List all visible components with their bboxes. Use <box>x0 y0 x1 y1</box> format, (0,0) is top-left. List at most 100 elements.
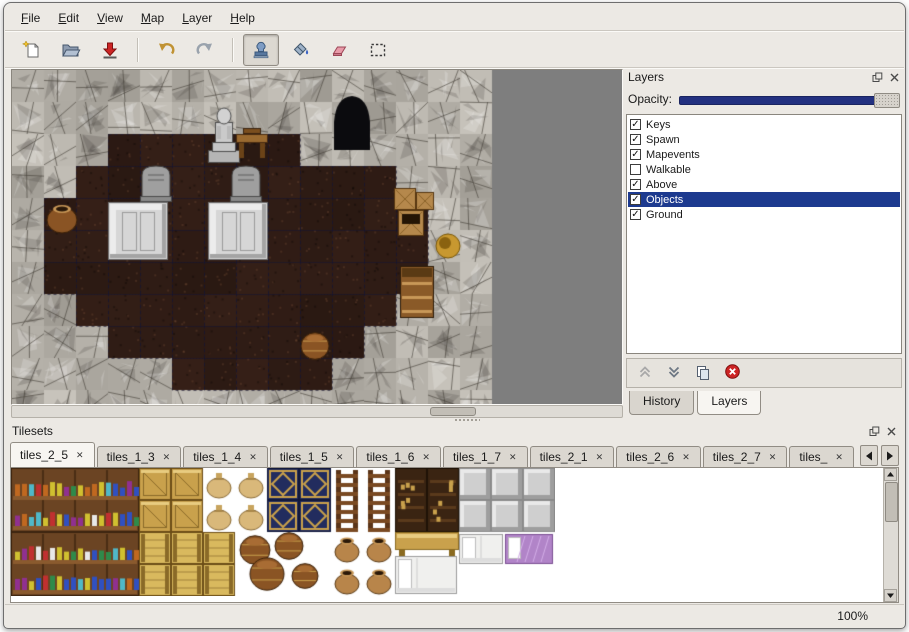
layer-visibility-checkbox[interactable] <box>630 194 641 205</box>
tab-close-icon[interactable]: ✕ <box>768 452 778 463</box>
layer-row-walkable[interactable]: Walkable <box>628 162 900 177</box>
scroll-up-button[interactable] <box>884 468 897 481</box>
open-folder-icon <box>61 40 81 60</box>
menu-help[interactable]: Help <box>221 8 264 28</box>
layer-row-ground[interactable]: Ground <box>628 207 900 222</box>
layer-visibility-checkbox[interactable] <box>630 149 641 160</box>
dock-tabs: HistoryLayers <box>626 391 902 415</box>
tab-close-icon[interactable]: ✕ <box>75 450 85 461</box>
tileset-tab-tiles_2_7[interactable]: tiles_2_7 ✕ <box>703 446 788 467</box>
toolbar <box>14 34 396 66</box>
tileset-vertical-scrollbar[interactable] <box>883 468 898 602</box>
tileset-tab-label: tiles_1_6 <box>366 450 414 464</box>
open-file-button[interactable] <box>53 34 89 66</box>
stamp-tool-button[interactable] <box>243 34 279 66</box>
eraser-tool-button[interactable] <box>321 34 357 66</box>
save-button[interactable] <box>92 34 128 66</box>
tilesets-panel-header: Tilesets <box>10 423 899 439</box>
scroll-down-button[interactable] <box>884 589 897 602</box>
duplicate-layer-button[interactable] <box>695 364 711 383</box>
float-panel-icon[interactable] <box>868 425 880 437</box>
layer-row-keys[interactable]: Keys <box>628 117 900 132</box>
close-panel-icon[interactable] <box>888 71 900 83</box>
select-tool-icon <box>368 40 388 60</box>
tab-close-icon[interactable]: ✕ <box>508 452 518 463</box>
select-tool-button[interactable] <box>360 34 396 66</box>
tilesets-panel-title: Tilesets <box>12 424 863 438</box>
tileset-tab-label: tiles_2_1 <box>540 450 588 464</box>
scrollbar-thumb[interactable] <box>430 407 476 416</box>
opacity-row: Opacity: <box>628 90 902 108</box>
horizontal-splitter[interactable] <box>10 417 899 422</box>
scroll-tabs-left-button[interactable] <box>860 445 878 466</box>
tileset-tab-tiles[interactable]: tiles_ ✕ <box>789 446 854 467</box>
tileset-tab-tiles_2_1[interactable]: tiles_2_1 ✕ <box>530 446 615 467</box>
redo-button[interactable] <box>187 34 223 66</box>
tileset-tab-tiles_1_5[interactable]: tiles_1_5 ✕ <box>270 446 355 467</box>
tab-scroll-arrows <box>857 445 899 466</box>
tileset-tab-label: tiles_1_5 <box>280 450 328 464</box>
tileset-tab-tiles_2_6[interactable]: tiles_2_6✕ <box>616 446 701 467</box>
scrollbar-thumb[interactable] <box>885 482 898 522</box>
zoom-level: 100% <box>837 609 868 623</box>
menu-layer[interactable]: Layer <box>173 8 221 28</box>
opacity-slider[interactable] <box>679 93 900 106</box>
layer-row-objects[interactable]: Objects <box>628 192 900 207</box>
layer-row-spawn[interactable]: Spawn <box>628 132 900 147</box>
tileset-tab-tiles_1_3[interactable]: tiles_1_3 ✕ <box>97 446 182 467</box>
tileset-tab-tiles_1_6[interactable]: tiles_1_6 ✕ <box>356 446 441 467</box>
float-panel-icon[interactable] <box>871 71 883 83</box>
tileset-tabbar: tiles_2_5✕tiles_1_3✕tiles_1_4✕tiles_1_5✕… <box>10 442 899 467</box>
menu-separator <box>5 30 904 32</box>
opacity-label: Opacity: <box>628 92 672 106</box>
layer-visibility-checkbox[interactable] <box>630 164 641 175</box>
menu-view[interactable]: View <box>88 8 132 28</box>
menu-map[interactable]: Map <box>132 8 173 28</box>
menu-edit[interactable]: Edit <box>49 8 88 28</box>
scroll-tabs-right-button[interactable] <box>881 445 899 466</box>
lower-layer-button[interactable] <box>666 364 682 383</box>
layers-panel-title: Layers <box>628 70 866 84</box>
opacity-slider-track[interactable] <box>679 96 900 105</box>
undo-button[interactable] <box>148 34 184 66</box>
tab-close-icon[interactable]: ✕ <box>248 452 258 463</box>
tileset-tab-tiles_1_7[interactable]: tiles_1_7✕ <box>443 446 528 467</box>
tab-close-icon[interactable]: ✕ <box>834 452 844 463</box>
tab-close-icon[interactable]: ✕ <box>681 452 691 463</box>
delete-layer-button[interactable] <box>724 363 741 383</box>
tileset-view <box>10 467 899 603</box>
new-file-icon <box>22 40 42 60</box>
layer-visibility-checkbox[interactable] <box>630 119 641 130</box>
eraser-tool-icon <box>329 40 349 60</box>
tab-close-icon[interactable]: ✕ <box>421 452 431 463</box>
toolbar-separator <box>232 38 234 62</box>
layer-buttons-row <box>626 358 902 388</box>
layers-panel: Layers Opacity: KeysSpawnMapevents Walkab… <box>626 69 902 415</box>
layer-row-above[interactable]: Above <box>628 177 900 192</box>
dock-tab-history[interactable]: History <box>629 391 694 415</box>
tab-close-icon[interactable]: ✕ <box>162 452 172 463</box>
tileset-canvas[interactable] <box>11 468 555 596</box>
menu-file[interactable]: File <box>12 8 49 28</box>
tab-close-icon[interactable]: ✕ <box>595 452 605 463</box>
layer-visibility-checkbox[interactable] <box>630 134 641 145</box>
new-file-button[interactable] <box>14 34 50 66</box>
fill-tool-button[interactable] <box>282 34 318 66</box>
tab-close-icon[interactable]: ✕ <box>335 452 345 463</box>
map-canvas[interactable] <box>11 69 623 405</box>
tileset-tab-tiles_2_5[interactable]: tiles_2_5✕ <box>10 442 95 467</box>
layer-name: Walkable <box>646 164 691 176</box>
layer-row-mapevents[interactable]: Mapevents <box>628 147 900 162</box>
tileset-tab-label: tiles_ <box>799 450 827 464</box>
layer-visibility-checkbox[interactable] <box>630 209 641 220</box>
dock-tab-layers[interactable]: Layers <box>697 391 761 415</box>
close-panel-icon[interactable] <box>885 425 897 437</box>
tileset-tab-label: tiles_2_7 <box>713 450 761 464</box>
layer-visibility-checkbox[interactable] <box>630 179 641 190</box>
tilesets-panel: Tilesets tiles_2_5✕tiles_1_3✕tiles_1_4✕t… <box>10 423 899 603</box>
tileset-tab-tiles_1_4[interactable]: tiles_1_4✕ <box>183 446 268 467</box>
raise-layer-button[interactable] <box>637 364 653 383</box>
opacity-slider-handle[interactable] <box>874 93 900 108</box>
tileset-tab-label: tiles_1_3 <box>107 450 155 464</box>
status-bar: 100% <box>5 604 904 627</box>
